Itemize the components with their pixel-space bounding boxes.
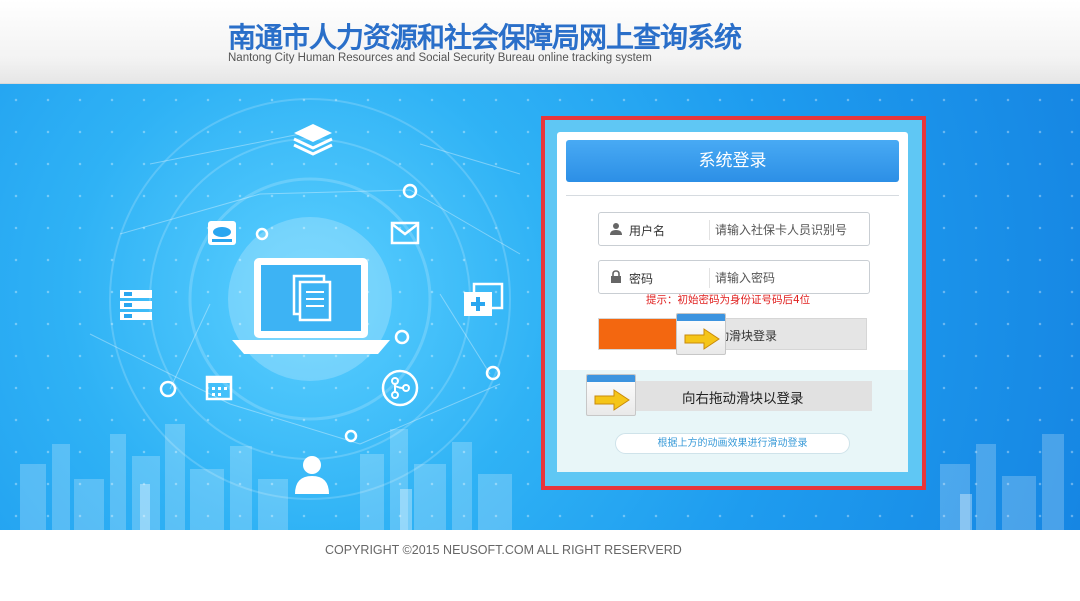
share-icon	[381, 369, 419, 407]
laptop-documents-icon	[232, 258, 390, 354]
system-subtitle: Nantong City Human Resources and Social …	[228, 52, 652, 64]
demo-slider-text: 动滑块登录	[717, 329, 778, 343]
cloud-drive-icon	[208, 221, 236, 245]
page-header: 南通市人力资源和社会保障局网上查询系统 Nantong City Human R…	[0, 0, 1080, 84]
password-input[interactable]	[715, 268, 865, 288]
add-window-icon	[464, 282, 504, 316]
username-field[interactable]: 用户名	[598, 212, 870, 246]
layers-icon	[293, 124, 333, 156]
password-label: 密码	[629, 272, 654, 286]
animation-note: 根据上方的动画效果进行滑动登录	[615, 433, 850, 454]
login-slider-text: 向右拖动滑块以登录	[682, 391, 804, 407]
login-slider-handle[interactable]	[586, 374, 636, 416]
user-icon	[610, 223, 622, 235]
slider-progress-fill	[599, 319, 676, 349]
divider	[566, 195, 899, 196]
calendar-icon	[205, 375, 233, 401]
system-title: 南通市人力资源和社会保障局网上查询系统	[228, 21, 742, 54]
server-icon	[120, 290, 152, 320]
login-title: 系统登录	[566, 140, 899, 182]
password-hint: 提示：初始密码为身份证号码后4位	[646, 294, 811, 306]
field-separator	[709, 220, 710, 240]
password-field[interactable]: 密码	[598, 260, 870, 294]
field-separator	[709, 268, 710, 288]
person-icon	[295, 456, 329, 494]
copyright-text: COPYRIGHT ©2015 NEUSOFT.COM ALL RIGHT RE…	[325, 543, 682, 557]
arrow-right-icon	[684, 328, 720, 350]
lock-icon	[611, 270, 621, 283]
demo-slider-handle	[676, 313, 726, 355]
demo-slider-track: 动滑块登录	[598, 318, 867, 350]
username-input[interactable]	[715, 220, 865, 240]
arrow-right-icon	[594, 389, 630, 411]
username-label: 用户名	[629, 224, 666, 238]
mail-icon	[390, 221, 420, 245]
page-footer: COPYRIGHT ©2015 NEUSOFT.COM ALL RIGHT RE…	[0, 530, 1080, 601]
